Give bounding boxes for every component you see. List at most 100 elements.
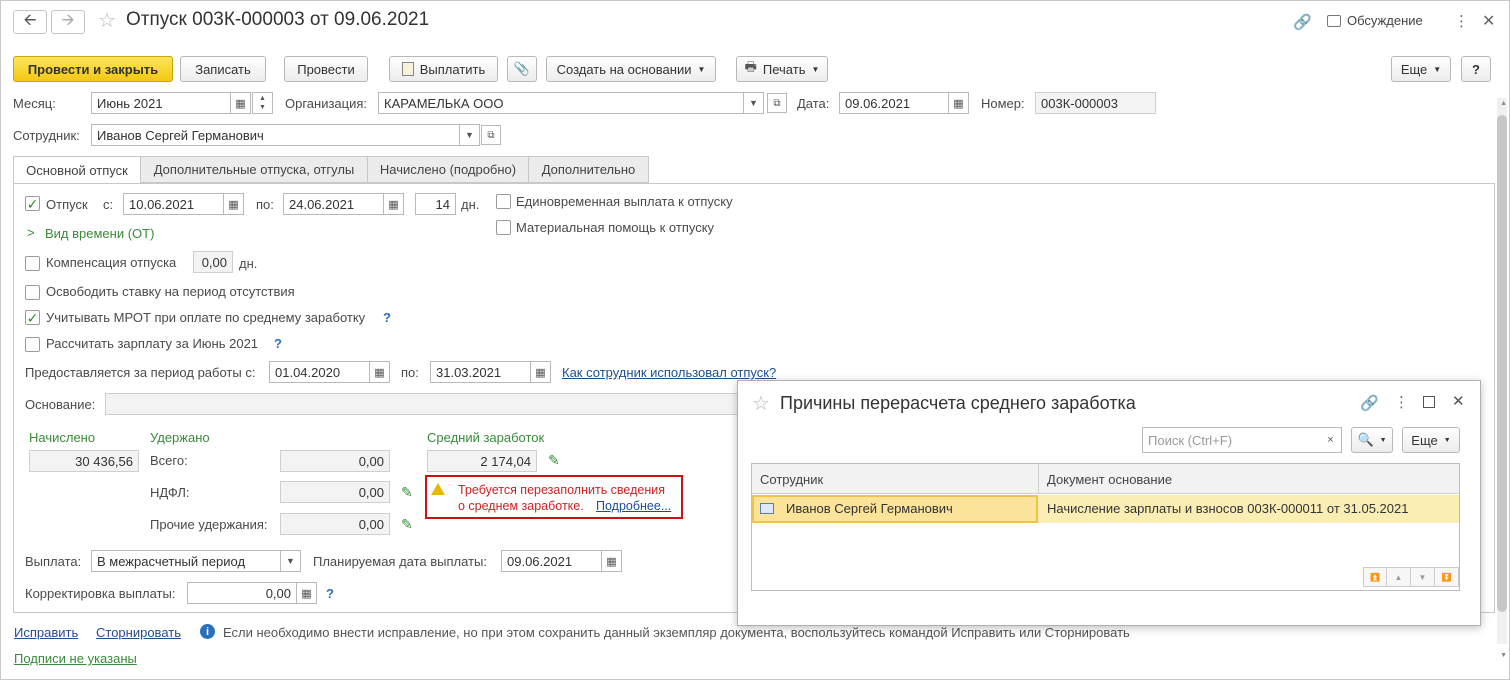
scrollbar-thumb[interactable]	[1497, 115, 1507, 612]
attach-button[interactable]: 📎	[507, 56, 537, 82]
from-date-input[interactable]: 10.06.2021	[123, 193, 224, 215]
avg-earnings-input[interactable]: 2 174,04	[427, 450, 537, 472]
row-document: Начисление зарплаты и взносов 003К-00001…	[1047, 501, 1409, 516]
create-based-button[interactable]: Создать на основании ▼	[546, 56, 716, 82]
help-button[interactable]: ?	[1461, 56, 1491, 82]
chevron-down-icon: ▼	[697, 64, 706, 74]
compensation-input[interactable]: 0,00	[193, 251, 233, 273]
close-icon[interactable]: ✕	[1482, 11, 1495, 31]
accrued-input[interactable]: 30 436,56	[29, 450, 139, 472]
calculator-icon[interactable]: ▦	[297, 582, 317, 604]
material-help-checkbox[interactable]	[496, 220, 511, 235]
planned-date-input[interactable]: 09.06.2021	[501, 550, 602, 572]
total-label: Всего:	[150, 453, 188, 468]
month-input[interactable]: Июнь 2021	[91, 92, 231, 114]
basis-input[interactable]	[105, 393, 745, 415]
mrot-checkbox[interactable]: ✓	[25, 310, 40, 325]
vacation-checkbox[interactable]: ✓	[25, 196, 40, 211]
employee-input[interactable]: Иванов Сергей Германович	[91, 124, 460, 146]
number-input[interactable]: 003К-000003	[1035, 92, 1156, 114]
to-label: по:	[256, 197, 274, 212]
calendar-icon[interactable]: ▦	[224, 193, 244, 215]
warning-details-link[interactable]: Подробнее...	[596, 499, 671, 513]
forward-button[interactable]: 🡪	[51, 10, 85, 34]
period-to-input[interactable]: 31.03.2021	[430, 361, 531, 383]
maximize-icon[interactable]	[1423, 396, 1435, 408]
help-question-icon[interactable]: ?	[383, 310, 391, 325]
search-input[interactable]: Поиск (Ctrl+F)	[1142, 427, 1321, 453]
print-button[interactable]: 🖶 Печать ▼	[736, 56, 828, 82]
chevron-down-icon[interactable]: ▼	[460, 124, 480, 146]
scroll-down-icon[interactable]: ▼	[1500, 652, 1507, 659]
last-row-icon[interactable]: ⏬	[1435, 567, 1459, 587]
help-question-icon[interactable]: ?	[326, 586, 334, 601]
menu-dots-icon[interactable]: ⋮	[1394, 393, 1409, 411]
lump-sum-checkbox[interactable]	[496, 194, 511, 209]
vacation-usage-link[interactable]: Как сотрудник использовал отпуск?	[562, 365, 776, 380]
calendar-icon[interactable]: ▦	[384, 193, 404, 215]
edit-pencil-icon[interactable]: ✎	[401, 484, 413, 501]
print-label: Печать	[762, 61, 806, 77]
favorite-star-icon[interactable]: ☆	[752, 391, 770, 416]
date-input[interactable]: 09.06.2021	[839, 92, 949, 114]
calendar-icon[interactable]: ▦	[949, 92, 969, 114]
calendar-icon[interactable]: ▦	[531, 361, 551, 383]
table-row[interactable]: Иванов Сергей Германович Начисление зарп…	[752, 495, 1459, 523]
ndfl-label: НДФЛ:	[150, 485, 190, 500]
chevron-right-icon[interactable]: >	[27, 225, 35, 240]
days-input[interactable]: 14	[415, 193, 456, 215]
close-icon[interactable]: ✕	[1452, 392, 1465, 410]
link-icon[interactable]: 🔗	[1293, 13, 1312, 31]
fix-link[interactable]: Исправить	[14, 625, 78, 640]
tab-accrued-detailed[interactable]: Начислено (подробно)	[367, 156, 529, 183]
release-rate-checkbox[interactable]	[25, 285, 40, 300]
tab-additional-vacations[interactable]: Дополнительные отпуска, отгулы	[140, 156, 368, 183]
reverse-link[interactable]: Сторнировать	[96, 625, 181, 640]
total-input[interactable]: 0,00	[280, 450, 390, 472]
column-header-employee[interactable]: Сотрудник	[752, 464, 1039, 494]
post-and-close-button[interactable]: Провести и закрыть	[13, 56, 173, 82]
ndfl-input[interactable]: 0,00	[280, 481, 390, 503]
first-row-icon[interactable]: ⏫	[1363, 567, 1387, 587]
next-row-icon[interactable]: ▼	[1411, 567, 1435, 587]
edit-pencil-icon[interactable]: ✎	[548, 452, 560, 469]
chevron-down-icon[interactable]: ▼	[744, 92, 764, 114]
open-org-icon[interactable]: ⧉	[767, 93, 787, 113]
signatures-link[interactable]: Подписи не указаны	[14, 651, 137, 666]
tab-main-vacation[interactable]: Основной отпуск	[13, 156, 141, 184]
dialog-more-button[interactable]: Еще ▼	[1402, 427, 1460, 453]
calendar-icon[interactable]: ▦	[370, 361, 390, 383]
calc-salary-checkbox[interactable]	[25, 337, 40, 352]
discussion-button[interactable]: Обсуждение	[1327, 13, 1423, 28]
favorite-star-icon[interactable]: ☆	[98, 8, 116, 33]
to-date-input[interactable]: 24.06.2021	[283, 193, 384, 215]
tab-additional[interactable]: Дополнительно	[528, 156, 649, 183]
payment-label: Выплата:	[25, 554, 82, 569]
edit-pencil-icon[interactable]: ✎	[401, 516, 413, 533]
org-input[interactable]: КАРАМЕЛЬКА ООО	[378, 92, 744, 114]
chevron-down-icon[interactable]: ▼	[281, 550, 301, 572]
correction-input[interactable]: 0,00	[187, 582, 297, 604]
open-employee-icon[interactable]: ⧉	[481, 125, 501, 145]
payment-input[interactable]: В межрасчетный период	[91, 550, 281, 572]
compensation-checkbox[interactable]	[25, 256, 40, 271]
column-header-document[interactable]: Документ основание	[1039, 464, 1172, 494]
scroll-up-icon[interactable]: ▲	[1500, 100, 1507, 107]
post-button[interactable]: Провести	[284, 56, 368, 82]
pay-button[interactable]: Выплатить	[389, 56, 498, 82]
period-from-input[interactable]: 01.04.2020	[269, 361, 370, 383]
other-withholdings-input[interactable]: 0,00	[280, 513, 390, 535]
prev-row-icon[interactable]: ▲	[1387, 567, 1411, 587]
save-button[interactable]: Записать	[180, 56, 266, 82]
back-button[interactable]: 🡨	[13, 10, 47, 34]
search-button[interactable]: 🔍 ▼	[1351, 427, 1393, 453]
link-icon[interactable]: 🔗	[1360, 394, 1379, 412]
month-spinner[interactable]: ▲ ▼	[252, 92, 273, 114]
calendar-icon[interactable]: ▦	[602, 550, 622, 572]
menu-dots-icon[interactable]: ⋮	[1454, 12, 1469, 30]
calendar-icon[interactable]: ▦	[231, 92, 251, 114]
clear-search-icon[interactable]: ×	[1320, 427, 1342, 453]
more-button[interactable]: Еще ▼	[1391, 56, 1451, 82]
help-question-icon[interactable]: ?	[274, 336, 282, 351]
time-type-link[interactable]: Вид времени (ОТ)	[45, 226, 154, 241]
